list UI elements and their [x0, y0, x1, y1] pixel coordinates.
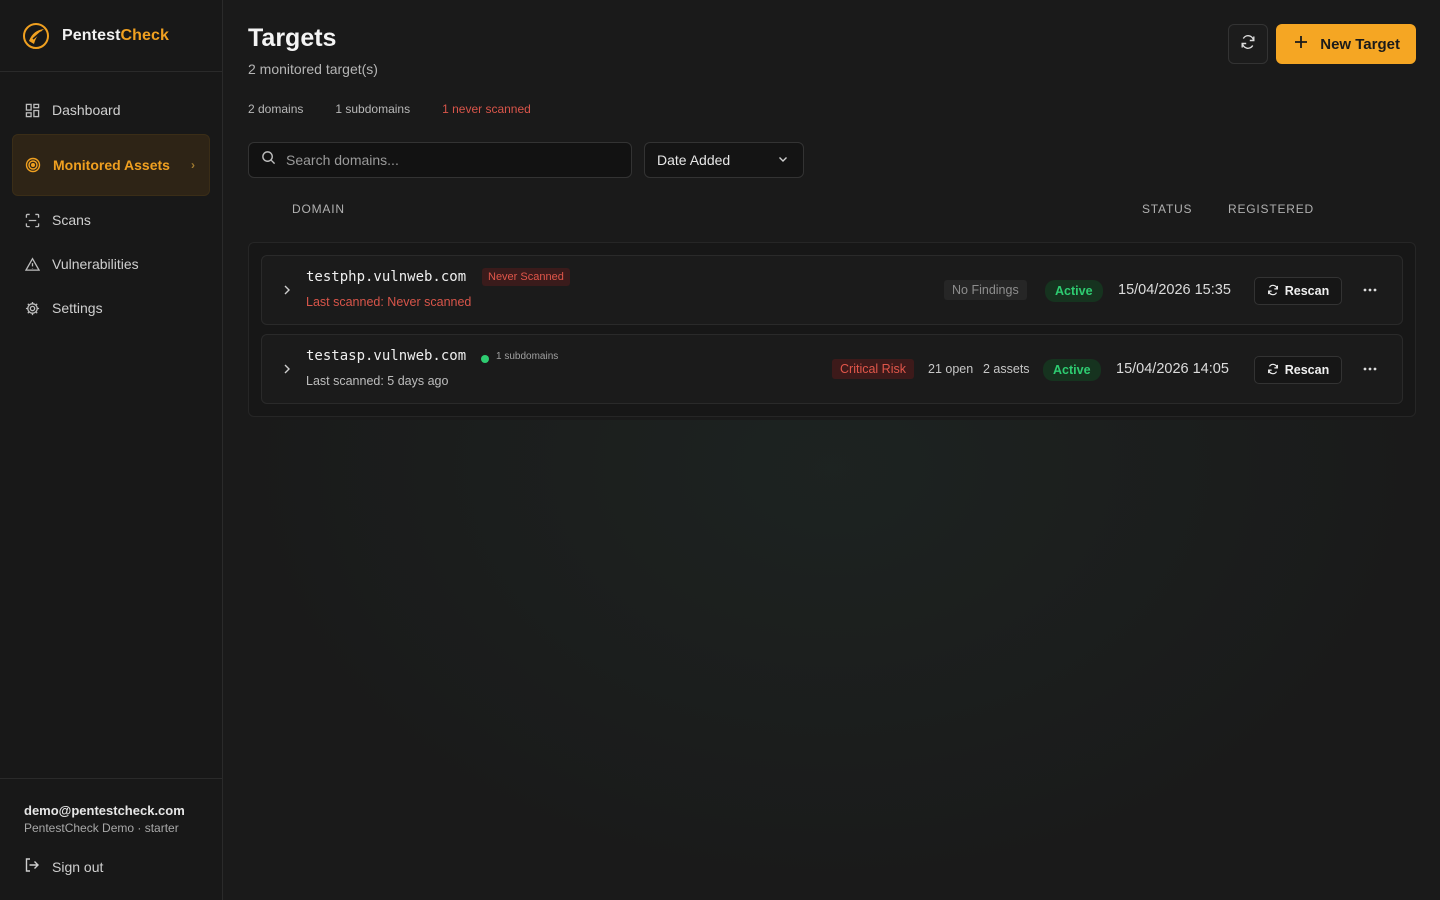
domain-name: testphp.vulnweb.com — [306, 269, 467, 285]
sidebar-item-vulnerabilities[interactable]: Vulnerabilities — [12, 242, 210, 286]
sort-select-value: Date Added — [657, 152, 731, 168]
sidebar-item-label: Vulnerabilities — [52, 256, 139, 272]
stat-never-scanned: 1 never scanned — [442, 102, 531, 116]
warning-triangle-icon — [24, 256, 40, 272]
rescan-button[interactable]: Rescan — [1254, 356, 1342, 384]
scan-icon — [24, 212, 40, 228]
sidebar-item-settings[interactable]: Settings — [12, 286, 210, 330]
plus-icon — [1294, 35, 1308, 53]
sidebar-item-label: Scans — [52, 212, 91, 228]
logo-icon — [20, 20, 52, 52]
user-org: PentestCheck Demo · starter — [24, 821, 179, 835]
sidebar-item-scans[interactable]: Scans — [12, 198, 210, 242]
chevron-right-icon[interactable] — [280, 361, 294, 377]
domain-name: testasp.vulnweb.com — [306, 348, 467, 364]
risk-badge: Critical Risk — [832, 359, 914, 379]
refresh-icon — [1267, 284, 1279, 299]
asset-count: 2 assets — [983, 362, 1030, 376]
table-row[interactable]: testphp.vulnweb.com Never Scanned Last s… — [261, 255, 1403, 325]
user-email: demo@pentestcheck.com — [24, 803, 185, 818]
sidebar-item-label: Dashboard — [52, 102, 121, 118]
chevron-right-icon: › — [191, 158, 195, 172]
findings-badge: No Findings — [944, 280, 1027, 300]
last-scanned: Last scanned: 5 days ago — [306, 374, 449, 388]
page-subtitle: 2 monitored target(s) — [248, 61, 378, 77]
last-scanned: Last scanned: Never scanned — [306, 295, 472, 309]
sign-out-icon — [24, 857, 40, 876]
more-options-icon[interactable] — [1360, 359, 1380, 379]
gear-icon — [24, 300, 40, 316]
rescan-label: Rescan — [1284, 363, 1330, 377]
sign-out-label: Sign out — [52, 858, 104, 875]
chevron-down-icon — [777, 152, 789, 168]
chevron-right-icon[interactable] — [280, 282, 294, 298]
background-decoration — [224, 420, 1440, 900]
rescan-button[interactable]: Rescan — [1254, 277, 1342, 305]
dashboard-grid-icon — [24, 102, 40, 118]
brand-name: PentestCheck — [62, 26, 170, 44]
target-stats: 2 domains 1 subdomains 1 never scanned — [248, 102, 531, 116]
column-header-registered: REGISTERED — [1228, 202, 1315, 216]
page-title: Targets — [248, 24, 337, 52]
sort-select[interactable]: Date Added — [644, 142, 804, 178]
target-icon — [25, 157, 41, 173]
targets-table: testphp.vulnweb.com Never Scanned Last s… — [248, 242, 1416, 417]
refresh-icon — [1267, 363, 1279, 378]
search-box — [248, 142, 632, 178]
user-panel: demo@pentestcheck.com PentestCheck Demo … — [0, 778, 222, 900]
subdomain-count: 1 subdomains — [496, 351, 559, 362]
more-options-icon[interactable] — [1360, 280, 1380, 300]
sign-out-button[interactable]: Sign out — [24, 857, 198, 876]
status-badge: Active — [1043, 359, 1101, 381]
new-target-button[interactable]: New Target — [1276, 24, 1416, 64]
sidebar-item-label: Settings — [52, 300, 103, 316]
sidebar-item-label: Monitored Assets — [53, 157, 170, 173]
registered-date: 15/04/2026 14:05 — [1116, 361, 1229, 377]
rescan-label: Rescan — [1284, 284, 1330, 298]
table-row[interactable]: testasp.vulnweb.com 1 subdomains Last sc… — [261, 334, 1403, 404]
brand[interactable]: PentestCheck — [0, 0, 222, 72]
never-scanned-badge: Never Scanned — [482, 268, 570, 286]
sidebar: PentestCheck Dashboard Monitored Assets … — [0, 0, 223, 900]
registered-date: 15/04/2026 15:35 — [1118, 282, 1231, 298]
refresh-button[interactable] — [1228, 24, 1269, 64]
sidebar-item-dashboard[interactable]: Dashboard — [12, 88, 210, 132]
open-findings-count: 21 open — [928, 362, 974, 376]
search-input[interactable] — [286, 152, 606, 168]
page-header: Targets 2 monitored target(s) — [248, 24, 378, 77]
new-target-label: New Target — [1320, 35, 1400, 53]
main-content: Targets 2 monitored target(s) New Target… — [224, 0, 1440, 900]
column-header-status: STATUS — [1142, 202, 1193, 216]
column-header-domain: DOMAIN — [292, 202, 345, 216]
sidebar-item-monitored-assets[interactable]: Monitored Assets › — [12, 134, 210, 196]
stat-subdomains: 1 subdomains — [335, 102, 411, 116]
header-actions: New Target — [1228, 24, 1416, 64]
search-icon — [261, 150, 276, 170]
sidebar-nav: Dashboard Monitored Assets › Scans Vulne… — [0, 72, 222, 330]
refresh-icon — [1240, 34, 1256, 55]
filter-bar: Date Added — [248, 142, 804, 178]
stat-domains: 2 domains — [248, 102, 304, 116]
status-badge: Active — [1045, 280, 1103, 302]
online-status-dot — [481, 355, 489, 363]
